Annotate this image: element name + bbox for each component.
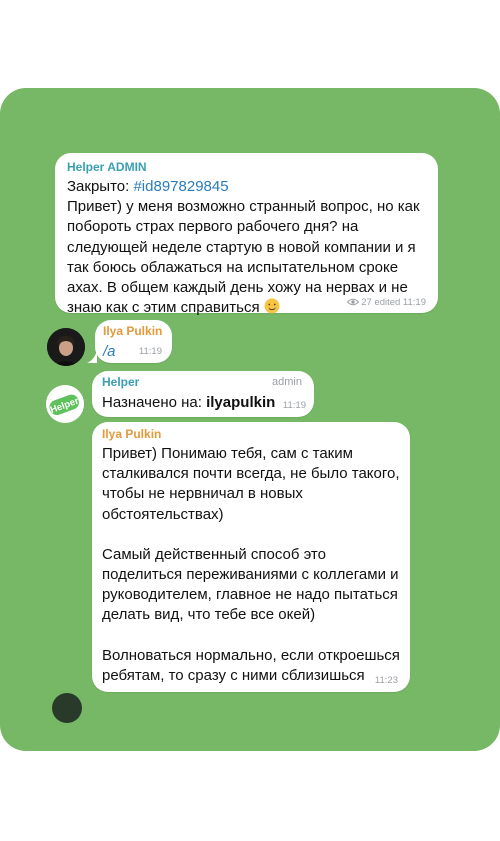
answer-paragraph-2: Самый действенный способ это поделиться … (102, 545, 399, 624)
smiling-tear-emoji (264, 298, 280, 314)
message-bubble-answer[interactable]: Ilya Pulkin Привет) Понимаю тебя, сам с … (92, 422, 410, 692)
edited-time: edited 11:19 (374, 297, 426, 308)
helper-bot-avatar[interactable]: Helper (46, 385, 84, 423)
assignment-prefix: Назначено на: (102, 394, 207, 411)
role-badge: admin (272, 376, 302, 388)
answer-paragraph-1: Привет) Понимаю тебя, сам с таким сталки… (102, 445, 400, 523)
eye-icon (346, 298, 359, 306)
message-bubble-command[interactable]: Ilya Pulkin /a 11:19 (95, 320, 172, 363)
message-meta: 27 edited 11:19 (346, 297, 426, 308)
view-count: 27 (361, 297, 372, 308)
assignment-text: Назначено на: ilyapulkin (102, 393, 304, 413)
user-avatar-ilya[interactable] (47, 328, 85, 366)
message-bubble-assigned[interactable]: Helper admin Назначено на: ilyapulkin 11… (92, 371, 314, 417)
message-time: 11:23 (374, 675, 398, 686)
sender-name[interactable]: Ilya Pulkin (103, 323, 164, 339)
message-time: 11:19 (282, 400, 306, 411)
chat-background: Helper ADMIN Закрыто: #id897829845 Приве… (0, 88, 500, 751)
message-time: 11:19 (138, 346, 162, 357)
assignee-name: ilyapulkin (206, 394, 276, 411)
sender-name[interactable]: Helper ADMIN (67, 159, 428, 175)
hashtag-link[interactable]: #id897829845 (133, 178, 228, 195)
helper-name[interactable]: Helper (102, 375, 139, 389)
closed-label: Закрыто: (67, 178, 134, 195)
sender-name[interactable]: Ilya Pulkin (102, 426, 400, 442)
user-avatar-partial (52, 693, 82, 723)
message-bubble-question[interactable]: Helper ADMIN Закрыто: #id897829845 Приве… (55, 153, 438, 316)
answer-paragraph-3: Волноваться нормально, если откроешься р… (102, 646, 400, 684)
sender-name: Helper admin (102, 374, 304, 390)
